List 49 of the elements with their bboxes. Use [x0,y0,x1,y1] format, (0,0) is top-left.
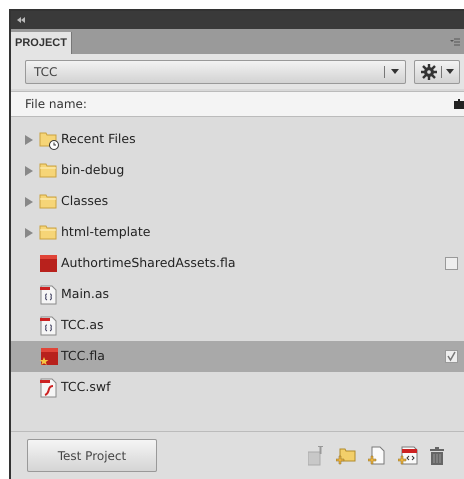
folder-icon [39,192,59,212]
panel-menu-icon[interactable] [450,38,460,46]
recent-folder-icon [39,130,59,150]
file-name: html-template [61,223,152,242]
file-name: Main.as [61,285,110,304]
file-name: TCC.swf [61,378,112,396]
project-name: TCC [34,64,58,80]
script-file-icon [39,316,59,336]
collapsed-arrow-icon[interactable] [25,166,33,176]
collapse-icon[interactable] [17,17,25,23]
caret-icon [446,69,454,74]
trash-icon[interactable] [430,446,444,464]
file-row[interactable]: bin-debug [11,155,464,186]
flash-document-icon [39,254,59,274]
file-row[interactable]: Recent Files [11,124,464,155]
file-row[interactable]: Classes [11,186,464,217]
file-name: TCC.as [61,316,105,334]
file-row[interactable]: Main.as [11,279,464,310]
new-file-icon[interactable] [368,446,386,466]
file-name: Recent Files [61,130,137,148]
file-row[interactable]: AuthortimeSharedAssets.fla [11,248,464,279]
script-file-icon [39,284,59,304]
pin-document-icon[interactable] [308,446,324,466]
settings-dropdown[interactable] [414,60,460,84]
checkbox[interactable] [445,257,458,270]
file-name: Classes [61,192,110,210]
new-folder-icon[interactable] [336,446,356,464]
settings-icon [420,64,436,80]
collapsed-arrow-icon[interactable] [25,134,33,144]
collapsed-arrow-icon[interactable] [25,196,33,206]
checkbox[interactable] [445,350,458,363]
file-row[interactable]: html-template [11,217,464,248]
file-row[interactable]: TCC.fla [11,341,464,372]
file-row[interactable]: TCC.swf [11,372,464,403]
column-header: File name: [25,96,87,113]
collapsed-arrow-icon[interactable] [25,228,33,238]
panel-tab[interactable]: PROJECT [11,32,72,54]
file-name: AuthortimeSharedAssets.fla [61,254,237,272]
caret-icon [391,69,399,74]
folder-icon [39,160,59,180]
file-name: TCC.fla [61,347,106,366]
folder-icon [39,222,59,242]
file-row[interactable]: TCC.as [11,310,464,341]
project-dropdown[interactable]: TCC [25,60,406,84]
test-project-button[interactable]: Test Project [27,439,157,472]
new-code-file-icon[interactable] [398,446,418,466]
flash-movie-icon [39,378,59,398]
columns-icon[interactable] [454,99,464,109]
file-name: bin-debug [61,161,126,180]
